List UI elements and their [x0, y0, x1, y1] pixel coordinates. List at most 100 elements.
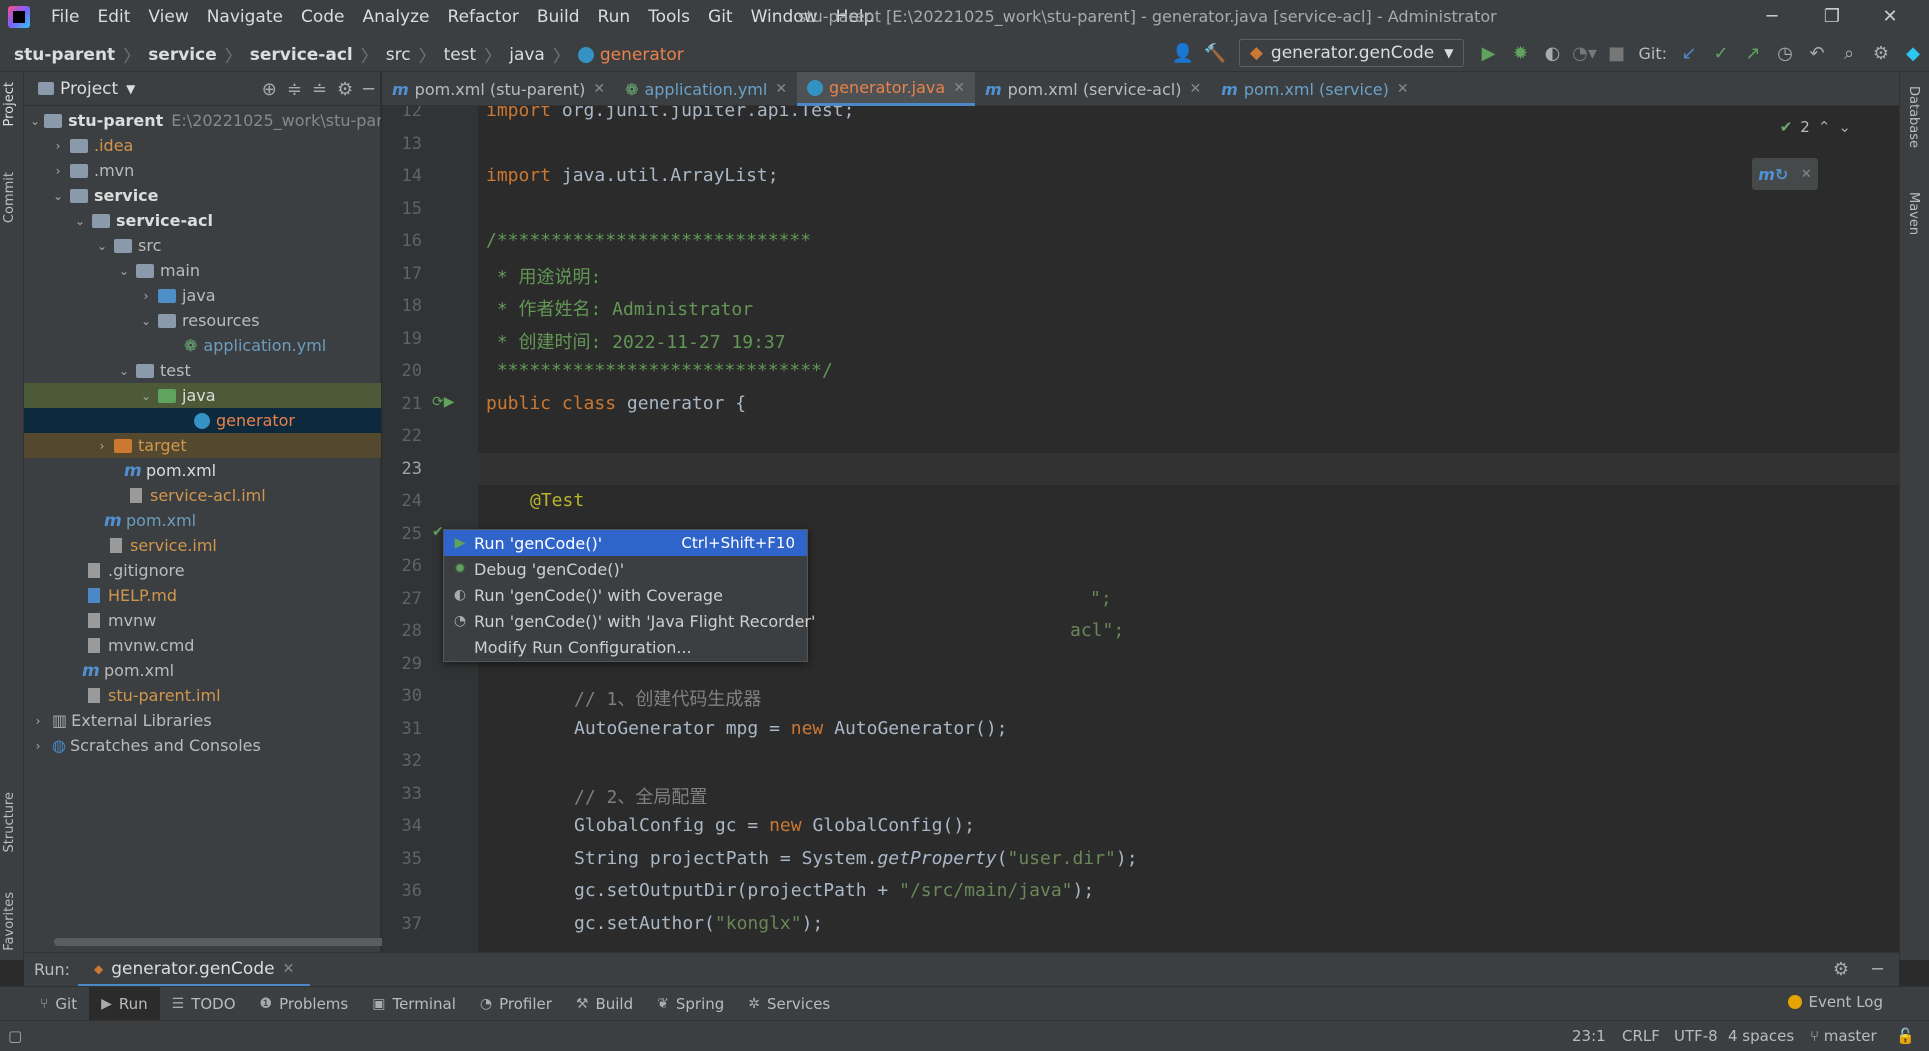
git-commit-icon[interactable]: ✓ [1705, 38, 1737, 68]
restore-icon[interactable]: ❐ [1812, 4, 1852, 30]
menu-edit[interactable]: Edit [88, 7, 139, 27]
favorites-tool-tab[interactable]: Favorites [2, 892, 17, 951]
run-configuration-select[interactable]: ◆ generator.genCode ▼ [1238, 39, 1465, 67]
tree-node-mvnw-cmd[interactable]: mvnw.cmd [24, 633, 381, 658]
maven-reload-icon[interactable]: m↻ [1758, 165, 1788, 184]
chevron-down-icon[interactable]: ⌄ [138, 314, 154, 328]
close-tab-icon[interactable]: ✕ [283, 961, 295, 977]
tree-node-acl-iml[interactable]: service-acl.iml [24, 483, 381, 508]
tab-generator-java[interactable]: generator.java ✕ [797, 72, 975, 106]
chevron-down-icon[interactable]: ⌄ [1838, 118, 1851, 136]
menu-analyze[interactable]: Analyze [354, 7, 439, 27]
tab-pom-stu-parent[interactable]: m pom.xml (stu-parent) ✕ [382, 72, 615, 106]
chevron-up-icon[interactable]: ⌃ [1818, 118, 1831, 136]
git-push-icon[interactable]: ↗ [1737, 38, 1769, 68]
tree-node-gitignore[interactable]: .gitignore [24, 558, 381, 583]
tree-node-scratches[interactable]: › ◍ Scratches and Consoles [24, 733, 381, 758]
file-encoding[interactable]: UTF-8 [1674, 1027, 1718, 1045]
tree-node-resources[interactable]: ⌄ resources [24, 308, 381, 333]
git-history-icon[interactable]: ◷ [1769, 38, 1801, 68]
tree-node-service-acl[interactable]: ⌄ service-acl [24, 208, 381, 233]
menu-view[interactable]: View [139, 7, 197, 27]
tree-node-external-libraries[interactable]: › ▥ External Libraries [24, 708, 381, 733]
tree-node-service-iml[interactable]: service.iml [24, 533, 381, 558]
tree-node-main[interactable]: ⌄ main [24, 258, 381, 283]
maven-reload-popup[interactable]: m↻ ✕ [1752, 158, 1818, 190]
profile-icon[interactable]: ◔▾ [1568, 38, 1600, 68]
tree-node-service[interactable]: ⌄ service [24, 183, 381, 208]
stop-icon[interactable]: ■ [1600, 38, 1632, 68]
run-gencode-item[interactable]: ▶ Run 'genCode()' Ctrl+Shift+F10 [444, 530, 807, 556]
git-update-icon[interactable]: ↙ [1673, 38, 1705, 68]
close-icon[interactable]: ✕ [1870, 4, 1910, 30]
menu-build[interactable]: Build [528, 7, 589, 27]
tree-node-main-java[interactable]: › java [24, 283, 381, 308]
breadcrumb-test[interactable]: test [444, 45, 477, 65]
menu-code[interactable]: Code [292, 7, 354, 27]
run-icon[interactable]: ▶ [1472, 38, 1504, 68]
run-flight-recorder-item[interactable]: ◔ Run 'genCode()' with 'Java Flight Reco… [444, 608, 816, 634]
chevron-down-icon[interactable]: ⌄ [30, 114, 40, 128]
run-gutter-icon[interactable]: ⟳▶ [432, 394, 455, 412]
tool-profiler[interactable]: ◔ Profiler [468, 987, 564, 1021]
indent-setting[interactable]: 4 spaces [1728, 1027, 1794, 1045]
chevron-down-icon[interactable]: ⌄ [138, 389, 154, 403]
close-tab-icon[interactable]: ✕ [1189, 81, 1201, 97]
menu-navigate[interactable]: Navigate [198, 7, 292, 27]
tool-todo[interactable]: ☰ TODO [160, 987, 248, 1021]
chevron-right-icon[interactable]: › [94, 439, 110, 453]
close-tab-icon[interactable]: ✕ [775, 81, 787, 97]
locate-icon[interactable]: ⊕ [262, 79, 277, 100]
chevron-down-icon[interactable]: ⌄ [72, 214, 88, 228]
debug-icon[interactable]: ✹ [1504, 38, 1536, 68]
run-coverage-item[interactable]: ◐ Run 'genCode()' with Coverage [444, 582, 807, 608]
layout-toggle-icon[interactable]: ▢ [8, 1027, 22, 1045]
lock-icon[interactable]: 🔓 [1896, 1027, 1915, 1045]
chevron-right-icon[interactable]: › [30, 739, 46, 753]
tree-node-mvnw[interactable]: mvnw [24, 608, 381, 633]
breadcrumb-src[interactable]: src [386, 45, 411, 65]
inspection-widget[interactable]: ✔ 2 ⌃ ⌄ [1780, 118, 1851, 136]
event-log-button[interactable]: Event Log [1788, 993, 1883, 1011]
tree-node-acl-pom[interactable]: m pom.xml [24, 458, 381, 483]
close-tab-icon[interactable]: ✕ [593, 81, 605, 97]
tree-node-application-yml[interactable]: ❁ application.yml [24, 333, 381, 358]
run-tab-generator[interactable]: ◆ generator.genCode ✕ [78, 953, 311, 987]
breadcrumb-stu-parent[interactable]: stu-parent [14, 45, 115, 65]
menu-file[interactable]: File [42, 7, 88, 27]
tool-terminal[interactable]: ▣ Terminal [360, 987, 468, 1021]
tool-spring[interactable]: ❦ Spring [645, 987, 736, 1021]
menu-git[interactable]: Git [699, 7, 742, 27]
tool-services[interactable]: ✲ Services [736, 987, 842, 1021]
line-separator[interactable]: CRLF [1622, 1027, 1660, 1045]
commit-tool-tab[interactable]: Commit [2, 172, 17, 223]
close-tab-icon[interactable]: ✕ [953, 80, 965, 96]
tree-node-mvn[interactable]: › .mvn [24, 158, 381, 183]
database-tool-tab[interactable]: Database [1906, 86, 1921, 148]
chevron-right-icon[interactable]: › [50, 164, 66, 178]
tree-node-root-pom[interactable]: m pom.xml [24, 658, 381, 683]
coverage-icon[interactable]: ◐ [1536, 38, 1568, 68]
tree-node-target[interactable]: › target [24, 433, 381, 458]
git-rollback-icon[interactable]: ↶ [1801, 38, 1833, 68]
tool-problems[interactable]: ❶ Problems [248, 987, 361, 1021]
tree-node-test-java[interactable]: ⌄ java [24, 383, 381, 408]
chevron-right-icon[interactable]: › [138, 289, 154, 303]
maven-tool-tab[interactable]: Maven [1906, 192, 1921, 235]
breadcrumb-java[interactable]: java [509, 45, 545, 65]
menu-tools[interactable]: Tools [639, 7, 699, 27]
chevron-down-icon[interactable]: ▼ [126, 82, 135, 96]
breadcrumb-generator[interactable]: generator [600, 45, 684, 65]
chevron-right-icon[interactable]: › [50, 139, 66, 153]
expand-all-icon[interactable]: ≑ [287, 79, 302, 100]
tree-node-stu-parent[interactable]: ⌄ stu-parentE:\20221025_work\stu-parent [24, 108, 381, 133]
project-tool-tab[interactable]: Project [2, 82, 17, 126]
tree-node-parent-iml[interactable]: stu-parent.iml [24, 683, 381, 708]
gear-icon[interactable]: ⚙ [337, 79, 353, 100]
chevron-down-icon[interactable]: ⌄ [116, 264, 132, 278]
chevron-down-icon[interactable]: ⌄ [94, 239, 110, 253]
user-icon[interactable]: 👤 [1167, 38, 1199, 68]
menu-refactor[interactable]: Refactor [439, 7, 528, 27]
tool-git[interactable]: ⑂ Git [28, 987, 89, 1021]
git-branch-status[interactable]: ⑂ master [1810, 1027, 1877, 1045]
